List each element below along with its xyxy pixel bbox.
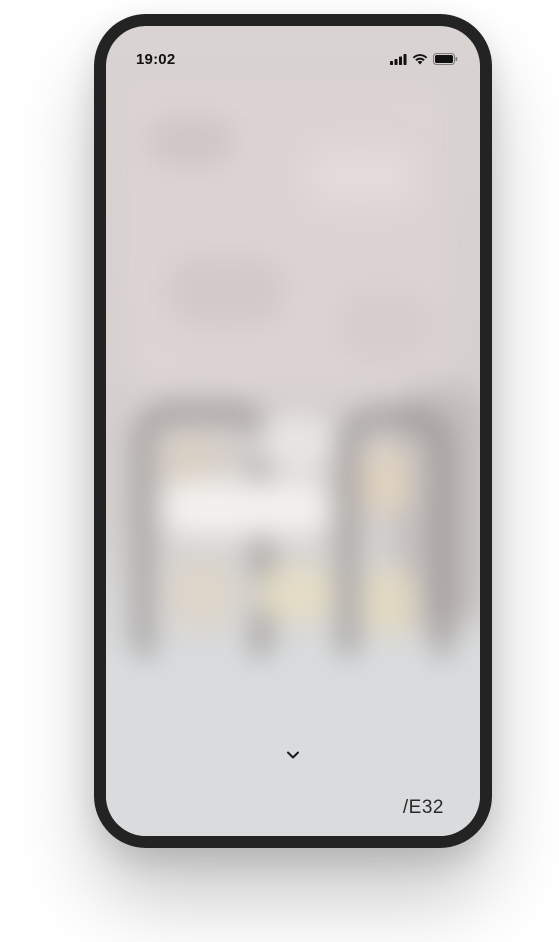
chevron-down-icon[interactable]	[285, 748, 301, 760]
cellular-signal-icon	[390, 52, 407, 70]
phone-screen: 19:02 /E32	[106, 26, 480, 836]
status-icons	[390, 52, 458, 70]
blurred-background-image	[106, 26, 480, 836]
status-time: 19:02	[136, 51, 176, 68]
status-bar: 19:02	[106, 26, 480, 70]
wifi-icon	[412, 52, 428, 70]
page-stage: 19:02 /E32	[0, 0, 559, 942]
battery-icon	[433, 52, 458, 70]
phone-frame: 19:02 /E32	[94, 14, 492, 848]
brand-label: /E32	[402, 797, 444, 818]
